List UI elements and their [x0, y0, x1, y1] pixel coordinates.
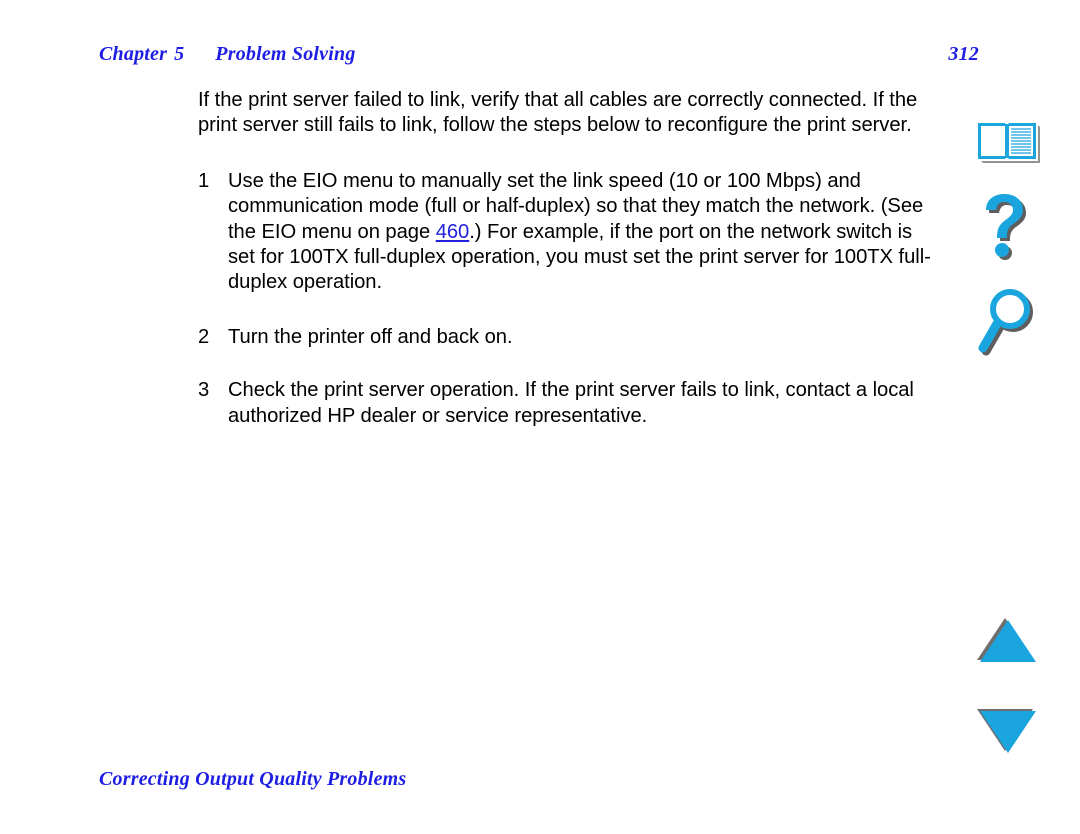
intro-paragraph: If the print server failed to link, veri…	[198, 89, 918, 137]
header-chapter-title: Problem Solving	[215, 43, 356, 65]
step-number: 3	[198, 379, 210, 402]
steps-list: 1 Use the EIO menu to manually set the l…	[198, 169, 936, 429]
page-reference-link[interactable]: 460	[436, 221, 470, 243]
triangle-down-icon[interactable]	[975, 707, 1039, 755]
step-text: Check the print server operation. If the…	[228, 379, 914, 427]
step-text: Use the EIO menu to manually set the lin…	[228, 169, 936, 296]
step-text: Turn the printer off and back on.	[228, 325, 513, 348]
page-header: Chapter 5 Problem Solving 312	[99, 43, 981, 69]
header-chapter-word: Chapter	[99, 43, 168, 65]
step-number: 1	[198, 169, 210, 192]
book-icon[interactable]	[972, 119, 1042, 165]
header-chapter-number: 5	[174, 43, 185, 65]
header-left-group: Chapter 5 Problem Solving	[99, 43, 356, 66]
page-footer-section-title: Correcting Output Quality Problems	[99, 768, 407, 790]
step-number: 2	[198, 325, 210, 348]
page-content: If the print server failed to link, veri…	[198, 88, 936, 429]
magnifier-icon[interactable]	[977, 288, 1039, 360]
triangle-up-icon[interactable]	[975, 616, 1039, 664]
navigation-rail	[955, 0, 1080, 834]
list-item: 2 Turn the printer off and back on.	[198, 325, 936, 350]
list-item: 3 Check the print server operation. If t…	[198, 378, 936, 429]
question-mark-icon[interactable]	[976, 193, 1038, 265]
document-page: Chapter 5 Problem Solving 312 If the pri…	[0, 0, 1080, 834]
list-item: 1 Use the EIO menu to manually set the l…	[198, 169, 936, 296]
